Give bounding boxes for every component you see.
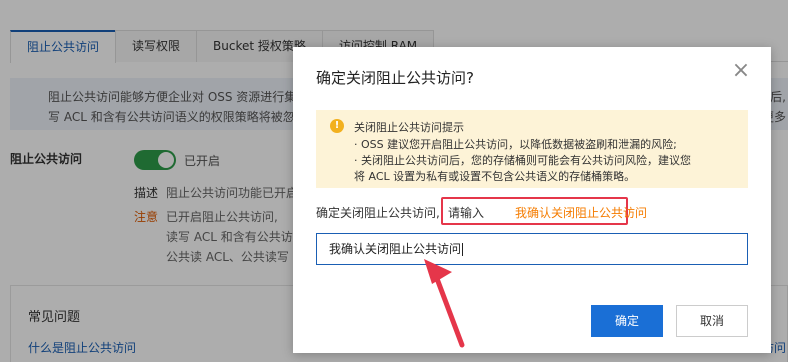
alert-line-2: · 关闭阻止公共访问后，您的存储桶则可能会有公共访问风险，建议您: [354, 154, 691, 167]
confirm-input-value: 我确认关闭阻止公共访问: [329, 242, 462, 256]
cancel-button[interactable]: 取消: [676, 305, 748, 337]
alert-title: 关闭阻止公共访问提示: [354, 121, 464, 134]
text-caret: [462, 243, 464, 256]
ok-button[interactable]: 确定: [591, 305, 663, 337]
confirm-instruction: 确定关闭阻止公共访问,: [316, 206, 440, 220]
confirm-text-input[interactable]: 我确认关闭阻止公共访问: [316, 233, 748, 265]
alert-line-3: 将 ACL 设置为私有或设置不包含公共语义的存储桶策略。: [354, 170, 636, 183]
confirm-hint: 请输入: [448, 206, 485, 220]
warning-icon: !: [330, 119, 344, 133]
dialog-title: 确定关闭阻止公共访问?: [316, 69, 474, 87]
close-icon[interactable]: ×: [731, 60, 751, 82]
alert-line-1: · OSS 建议您开启阻止公共访问，以降低数据被盗刷和泄漏的风险;: [354, 138, 677, 151]
confirm-dialog: 确定关闭阻止公共访问? × ! 关闭阻止公共访问提示 · OSS 建议您开启阻止…: [293, 47, 771, 353]
warning-alert: ! 关闭阻止公共访问提示 · OSS 建议您开启阻止公共访问，以降低数据被盗刷和…: [316, 110, 748, 188]
confirm-phrase: 我确认关闭阻止公共访问: [515, 206, 648, 220]
